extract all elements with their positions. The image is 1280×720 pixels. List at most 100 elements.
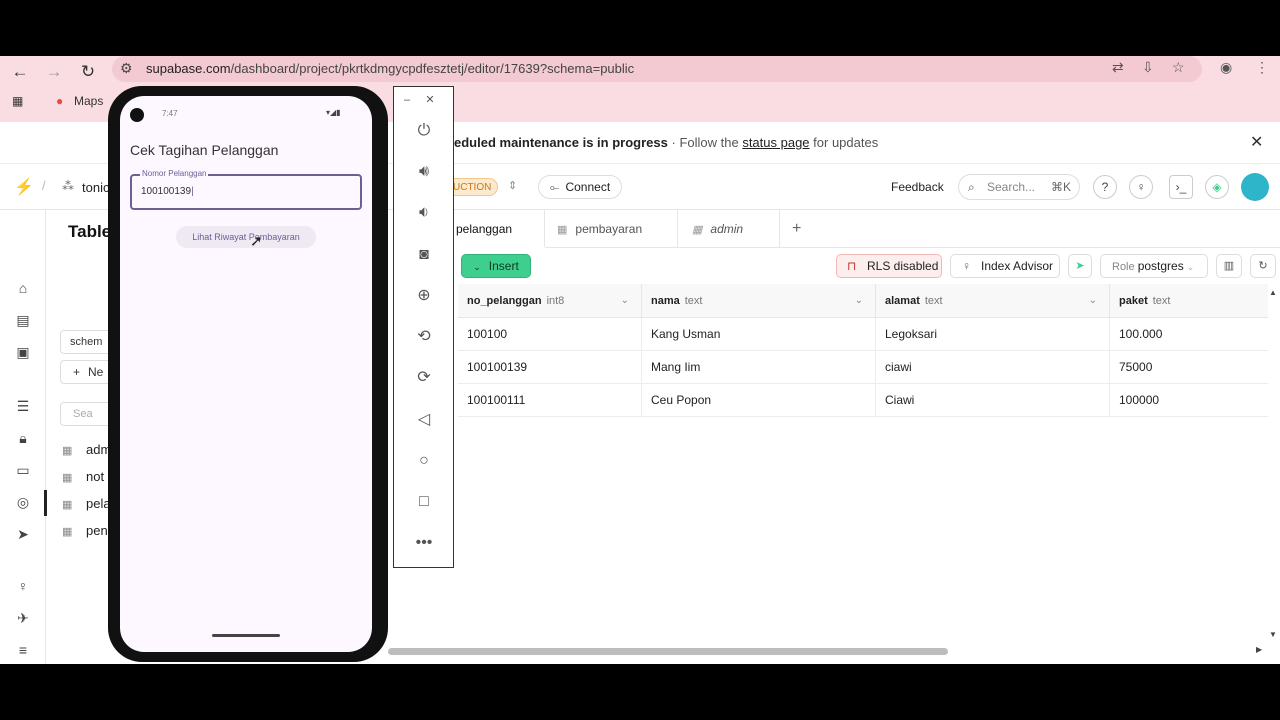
telescope-icon[interactable]: ✈: [13, 608, 33, 628]
database-icon[interactable]: ☰: [13, 396, 33, 416]
refresh-icon[interactable]: ↻: [1250, 254, 1276, 278]
connect-button[interactable]: ⟜ Connect: [538, 175, 622, 199]
back-triangle-icon[interactable]: ◁: [412, 408, 436, 432]
url-path: /dashboard/project/pkrtkdmgycpdfesztetj/…: [230, 61, 635, 76]
tab-pembayaran[interactable]: ▦ pembayaran: [545, 210, 678, 248]
table-cell[interactable]: 100100: [458, 318, 642, 351]
status-page-link[interactable]: status page: [742, 135, 809, 150]
site-info-icon[interactable]: ⚙: [120, 60, 133, 77]
scroll-up-icon[interactable]: ▲: [1269, 288, 1277, 297]
sql-editor-icon[interactable]: ▣: [13, 342, 33, 362]
assistant-icon[interactable]: ◈: [1205, 175, 1229, 199]
feedback-button[interactable]: Feedback: [891, 180, 944, 194]
cursor-icon[interactable]: ➤: [1068, 254, 1092, 278]
column-header[interactable]: nama text ⌄: [642, 284, 876, 318]
input-value: 100100139: [141, 186, 194, 197]
insert-button[interactable]: ⌄ Insert: [461, 254, 531, 278]
terminal-icon[interactable]: ›_: [1169, 175, 1193, 199]
customer-number-input[interactable]: Nomor Pelanggan 100100139: [130, 169, 362, 210]
volume-up-icon[interactable]: 🔊︎: [412, 160, 436, 184]
more-dots-icon[interactable]: •••: [412, 531, 436, 555]
table-cell[interactable]: Legoksari: [876, 318, 1110, 351]
auth-lock-icon[interactable]: 🔒︎: [13, 428, 33, 448]
rotate-left-icon[interactable]: ⟲: [412, 325, 436, 349]
column-name: alamat: [885, 295, 920, 307]
index-advisor-button[interactable]: ♀ Index Advisor: [950, 254, 1060, 278]
apps-grid-icon[interactable]: ▦: [12, 94, 23, 108]
power-icon[interactable]: ⏻: [412, 119, 436, 143]
menu-kebab-icon[interactable]: ⋮: [1255, 59, 1269, 76]
chevron-updown-icon[interactable]: ⇕: [508, 179, 517, 192]
translate-icon[interactable]: ⇄: [1112, 59, 1124, 76]
column-header[interactable]: paket text: [1110, 284, 1268, 318]
rotate-right-icon[interactable]: ⟳: [412, 366, 436, 390]
role-select[interactable]: Role postgres ⌄: [1100, 254, 1208, 278]
url-text[interactable]: supabase.com/dashboard/project/pkrtkdmgy…: [146, 61, 634, 76]
chevron-down-icon: ⌄: [1186, 262, 1195, 272]
avatar[interactable]: [1241, 173, 1269, 201]
chevron-down-icon[interactable]: ⌄: [1089, 284, 1097, 318]
scroll-right-icon[interactable]: ▶: [1256, 645, 1262, 654]
help-icon[interactable]: ?: [1093, 175, 1117, 199]
phone-screen: 7:47 ▾◢▮ Cek Tagihan Pelanggan Nomor Pel…: [120, 96, 372, 652]
advisors-icon[interactable]: ♀: [13, 576, 33, 596]
home-gesture-bar[interactable]: [212, 634, 280, 637]
icon-rail: ⌂ ▤ ▣ ☰ 🔒︎ ▭ ◎ ➤ ♀ ✈ ≡ ▯: [0, 210, 46, 664]
horizontal-scrollbar[interactable]: [388, 648, 948, 655]
banner-follow: Follow the: [679, 135, 739, 150]
forward-arrow-icon[interactable]: →: [42, 60, 66, 84]
rls-label: RLS disabled: [867, 259, 939, 273]
back-arrow-icon[interactable]: ←: [8, 60, 32, 84]
view-history-button[interactable]: Lihat Riwayat Pembayaran: [176, 226, 316, 248]
profile-icon[interactable]: ◉: [1220, 59, 1232, 76]
table-cell[interactable]: Ceu Popon: [642, 384, 876, 417]
docs-book-icon[interactable]: ▥: [1216, 254, 1242, 278]
tab-admin[interactable]: ▦ admin: [678, 210, 780, 248]
role-value: postgres: [1137, 259, 1184, 273]
edge-functions-icon[interactable]: ➤: [13, 524, 33, 544]
volume-down-icon[interactable]: 🔉︎: [412, 201, 436, 225]
camera-icon[interactable]: ◙: [412, 243, 436, 267]
zoom-icon[interactable]: ⊕: [412, 284, 436, 308]
column-header[interactable]: alamat text ⌄: [876, 284, 1110, 318]
table-cell[interactable]: Kang Usman: [642, 318, 876, 351]
home-icon[interactable]: ⌂: [13, 278, 33, 298]
sidebar-table-item[interactable]: not: [86, 469, 104, 484]
table-editor-icon[interactable]: ▤: [13, 310, 33, 330]
realtime-icon[interactable]: ◎: [13, 492, 33, 512]
overview-square-icon[interactable]: □: [412, 490, 436, 514]
table-cell[interactable]: 100100111: [458, 384, 642, 417]
rls-disabled-button[interactable]: ⊓ RLS disabled: [836, 254, 942, 278]
install-icon[interactable]: ⇩: [1142, 59, 1154, 76]
home-circle-icon[interactable]: ○: [412, 449, 436, 473]
add-tab-icon[interactable]: +: [792, 220, 801, 238]
logs-list-icon[interactable]: ≡: [13, 640, 33, 660]
project-name[interactable]: tonic: [82, 180, 109, 195]
tab-pelanggan[interactable]: pelanggan: [454, 210, 545, 248]
table-cell[interactable]: 100100139: [458, 351, 642, 384]
chevron-down-icon: ⌄: [473, 262, 481, 272]
bookmark-maps[interactable]: Maps: [74, 94, 103, 108]
table-icon: ▦: [62, 499, 73, 511]
chevron-down-icon[interactable]: ⌄: [855, 284, 863, 318]
advisor-bulb-icon[interactable]: ♀: [1129, 175, 1153, 199]
sidebar-table-item[interactable]: pen: [86, 523, 108, 538]
table-cell[interactable]: 100000: [1110, 384, 1268, 417]
star-icon[interactable]: ☆: [1172, 59, 1185, 76]
search-input[interactable]: ⌕ Search... ⌘K: [958, 174, 1080, 200]
table-icon: ▦: [62, 445, 73, 457]
table-cell[interactable]: Ciawi: [876, 384, 1110, 417]
supabase-logo-icon[interactable]: ⚡: [14, 177, 34, 197]
minimize-close-icon[interactable]: – ✕: [404, 93, 435, 106]
close-icon[interactable]: ✕: [1250, 132, 1263, 152]
table-cell[interactable]: ciawi: [876, 351, 1110, 384]
chevron-down-icon[interactable]: ⌄: [621, 284, 629, 318]
scroll-down-icon[interactable]: ▼: [1269, 630, 1277, 639]
storage-icon[interactable]: ▭: [13, 460, 33, 480]
column-header[interactable]: no_pelanggan int8 ⌄: [458, 284, 642, 318]
sidebar-table-item-active[interactable]: pela: [86, 496, 111, 511]
table-cell[interactable]: Mang Iim: [642, 351, 876, 384]
reload-icon[interactable]: ↻: [76, 60, 100, 84]
table-cell[interactable]: 75000: [1110, 351, 1268, 384]
table-cell[interactable]: 100.000: [1110, 318, 1268, 351]
